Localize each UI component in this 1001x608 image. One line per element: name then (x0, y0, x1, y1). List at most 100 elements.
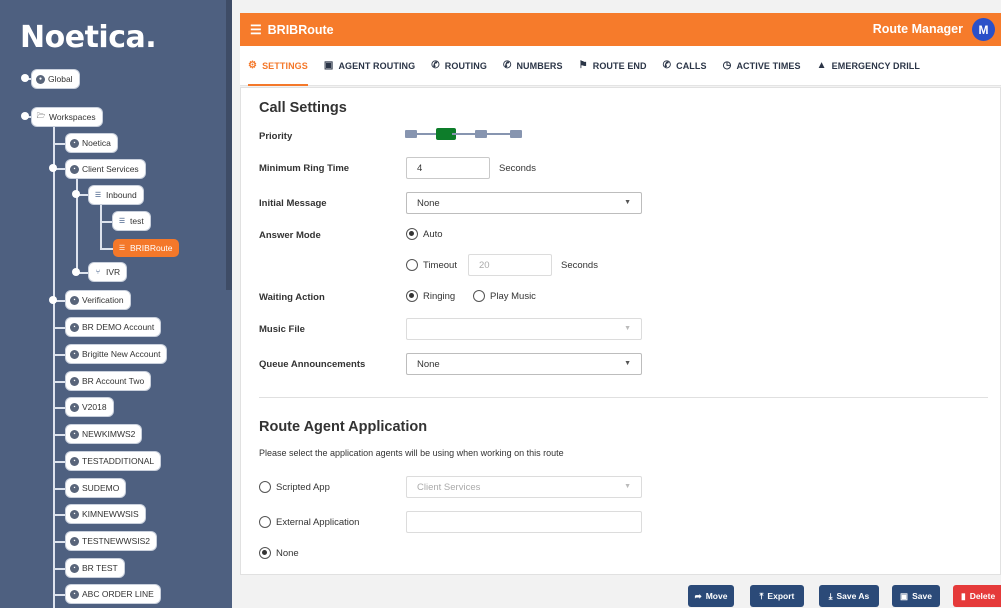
priority-connector (487, 133, 510, 135)
tree-connector (100, 221, 114, 223)
tree-toggle-verification[interactable] (49, 296, 57, 304)
min-ring-unit: Seconds (499, 163, 536, 174)
tree-node-bribroute[interactable]: ☰ BRIBRoute (113, 239, 179, 257)
tab-routing[interactable]: ✆ ROUTING (431, 46, 487, 86)
delete-button[interactable]: ▮ Delete (953, 585, 1001, 607)
workspace-icon: ▪ (70, 402, 79, 412)
tab-emergency-drill[interactable]: ▲ EMERGENCY DRILL (817, 46, 920, 86)
tree-node-workspaces[interactable]: 🗁 Workspaces (32, 108, 102, 126)
tree-node-account[interactable]: ▪ NEWKIMWS2 (66, 425, 142, 443)
tree-connector (100, 248, 114, 250)
tree-node-label: Global (48, 74, 73, 84)
tree-node-noetica[interactable]: ▪ Noetica (66, 134, 117, 152)
tree-node-account[interactable]: ▪ V2018 (66, 398, 113, 416)
workspace-icon: ▪ (70, 376, 79, 386)
tree-toggle-client-services[interactable] (49, 164, 57, 172)
tree-node-account[interactable]: ▪ Brigitte New Account (66, 345, 167, 363)
tree-connector (53, 568, 67, 570)
floppy-disk-icon: ▣ (900, 590, 909, 601)
tree-node-label: BR DEMO Account (82, 322, 155, 332)
external-app-input[interactable] (406, 511, 642, 533)
waiting-music-radio[interactable] (473, 290, 485, 302)
initial-message-select[interactable]: None ▼ (406, 192, 642, 214)
tree-node-test[interactable]: ☰ test (113, 212, 150, 230)
route-list-icon: ☰ (94, 192, 102, 199)
tab-numbers[interactable]: ✆ NUMBERS (503, 46, 563, 86)
tab-active-times[interactable]: ◷ ACTIVE TIMES (723, 46, 801, 86)
workspace-icon: ▪ (70, 589, 79, 599)
tree-connector (53, 514, 67, 516)
tree-node-label: Workspaces (49, 112, 96, 122)
caret-down-icon: ▼ (624, 325, 631, 332)
tree-node-label: test (130, 216, 144, 226)
none-label: None (276, 548, 299, 559)
answer-timeout-radio[interactable] (406, 259, 418, 271)
tree-toggle-inbound[interactable] (72, 190, 80, 198)
tree-toggle-workspaces[interactable] (21, 112, 29, 120)
timeout-input[interactable]: 20 (468, 254, 552, 276)
workspace-icon: ▪ (70, 483, 79, 493)
tree-node-account[interactable]: ▪ ABC ORDER LINE (66, 585, 160, 603)
answer-auto-radio[interactable] (406, 228, 418, 240)
tree-node-account[interactable]: ▪ TESTADDITIONAL (66, 452, 161, 470)
music-file-select[interactable]: ▼ (406, 318, 642, 340)
tab-calls[interactable]: ✆ CALLS (663, 46, 707, 86)
tree-node-account[interactable]: ▪ SUDEMO (66, 479, 126, 497)
tree-node-account[interactable]: ▪ BR DEMO Account (66, 318, 161, 336)
caret-down-icon: ▼ (624, 360, 631, 367)
workspace-icon: ▪ (70, 322, 79, 332)
tab-agent-routing[interactable]: ▣ AGENT ROUTING (324, 46, 415, 86)
priority-step[interactable] (405, 130, 417, 138)
tab-label: AGENT ROUTING (338, 60, 416, 71)
tree-node-account[interactable]: ▪ BR TEST (66, 559, 124, 577)
select-value: None (417, 197, 440, 209)
tab-label: CALLS (676, 60, 707, 71)
none-radio[interactable] (259, 547, 271, 559)
tree-connector (53, 354, 67, 356)
trash-icon: ▮ (961, 590, 966, 601)
tree-connector (53, 143, 67, 145)
tree-node-ivr[interactable]: ⑂ IVR (89, 263, 127, 281)
answer-auto-label: Auto (423, 229, 443, 240)
avatar[interactable]: M (972, 18, 995, 41)
tree-node-label: Noetica (82, 138, 111, 148)
external-app-radio[interactable] (259, 516, 271, 528)
route-list-icon: ☰ (118, 245, 126, 252)
tree-node-label: BRIBRoute (130, 243, 173, 253)
queue-announcements-select[interactable]: None ▼ (406, 353, 642, 375)
tree-node-label: TESTADDITIONAL (82, 456, 155, 466)
clock-icon: ◷ (722, 60, 732, 71)
tree-node-account[interactable]: ▪ BR Account Two (66, 372, 151, 390)
scripted-app-radio[interactable] (259, 481, 271, 493)
save-button[interactable]: ▣ Save (892, 585, 940, 607)
tree-node-inbound[interactable]: ☰ Inbound (89, 186, 143, 204)
workspace-icon: ▪ (70, 456, 79, 466)
tree-toggle-global[interactable] (21, 74, 29, 82)
music-file-label: Music File (259, 324, 305, 335)
waiting-ringing-radio[interactable] (406, 290, 418, 302)
priority-label: Priority (259, 131, 293, 142)
tab-settings[interactable]: ⚙ SETTINGS (248, 46, 308, 86)
tree-toggle-ivr[interactable] (72, 268, 80, 276)
priority-step[interactable] (475, 130, 487, 138)
tree-connector (53, 434, 67, 436)
tree-node-account[interactable]: ▪ KIMNEWWSIS (66, 505, 145, 523)
tree-node-account[interactable]: ▪ TESTNEWWSIS2 (66, 532, 157, 550)
sidebar-scrollbar[interactable] (226, 0, 232, 290)
tree-node-client-services[interactable]: ▪ Client Services (66, 160, 145, 178)
tree-node-verification[interactable]: ▪ Verification (66, 291, 130, 309)
tree-node-label: Client Services (82, 164, 139, 174)
move-button[interactable]: ➦ Move (688, 585, 734, 607)
tree-connector (53, 488, 67, 490)
priority-step[interactable] (510, 130, 522, 138)
tab-route-end[interactable]: ⚑ ROUTE END (579, 46, 647, 86)
export-button[interactable]: ⤒ Export (750, 585, 804, 607)
priority-slider[interactable] (405, 126, 535, 142)
scripted-app-select[interactable]: Client Services ▼ (406, 476, 642, 498)
priority-connector (452, 133, 475, 135)
waiting-music-label: Play Music (490, 291, 536, 302)
phone-icon: ✆ (662, 60, 672, 71)
min-ring-input[interactable]: 4 (406, 157, 490, 179)
tree-node-global[interactable]: ● Global (32, 70, 79, 88)
save-as-button[interactable]: ⤓ Save As (819, 585, 879, 607)
